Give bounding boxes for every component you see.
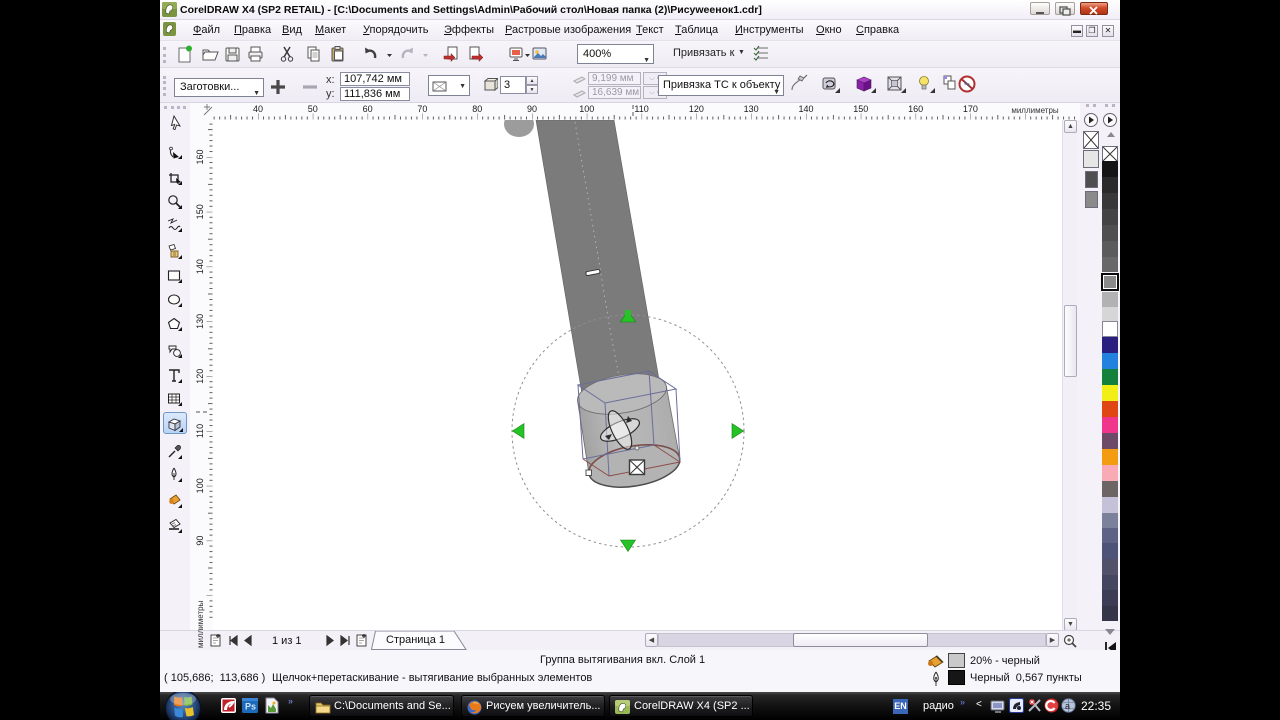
svg-text:130: 130: [744, 104, 759, 114]
svg-text:160: 160: [908, 104, 923, 114]
svg-text:120: 120: [195, 369, 205, 384]
svg-text:60: 60: [363, 104, 373, 114]
svg-text:110: 110: [195, 424, 205, 438]
svg-text:90: 90: [527, 104, 537, 114]
svg-text:миллиметры: миллиметры: [1011, 106, 1059, 115]
svg-text:Ps: Ps: [245, 702, 256, 712]
svg-text:40: 40: [253, 104, 263, 114]
svg-text:50: 50: [308, 104, 318, 114]
svg-text:90: 90: [195, 536, 205, 546]
svg-text:150: 150: [853, 104, 868, 114]
svg-text:80: 80: [472, 104, 482, 114]
svg-text:130: 130: [195, 314, 205, 329]
svg-text:160: 160: [195, 149, 205, 164]
svg-text:120: 120: [689, 104, 704, 114]
svg-text:100: 100: [195, 478, 205, 493]
svg-text:140: 140: [798, 104, 813, 114]
svg-text:150: 150: [195, 204, 205, 219]
svg-text:110: 110: [634, 104, 648, 114]
svg-text:100: 100: [579, 104, 594, 114]
svg-text:140: 140: [195, 259, 205, 274]
svg-text:a: a: [1065, 701, 1070, 711]
svg-text:миллиметры: миллиметры: [196, 600, 205, 648]
svg-text:70: 70: [417, 104, 427, 114]
svg-text:170: 170: [963, 104, 978, 114]
